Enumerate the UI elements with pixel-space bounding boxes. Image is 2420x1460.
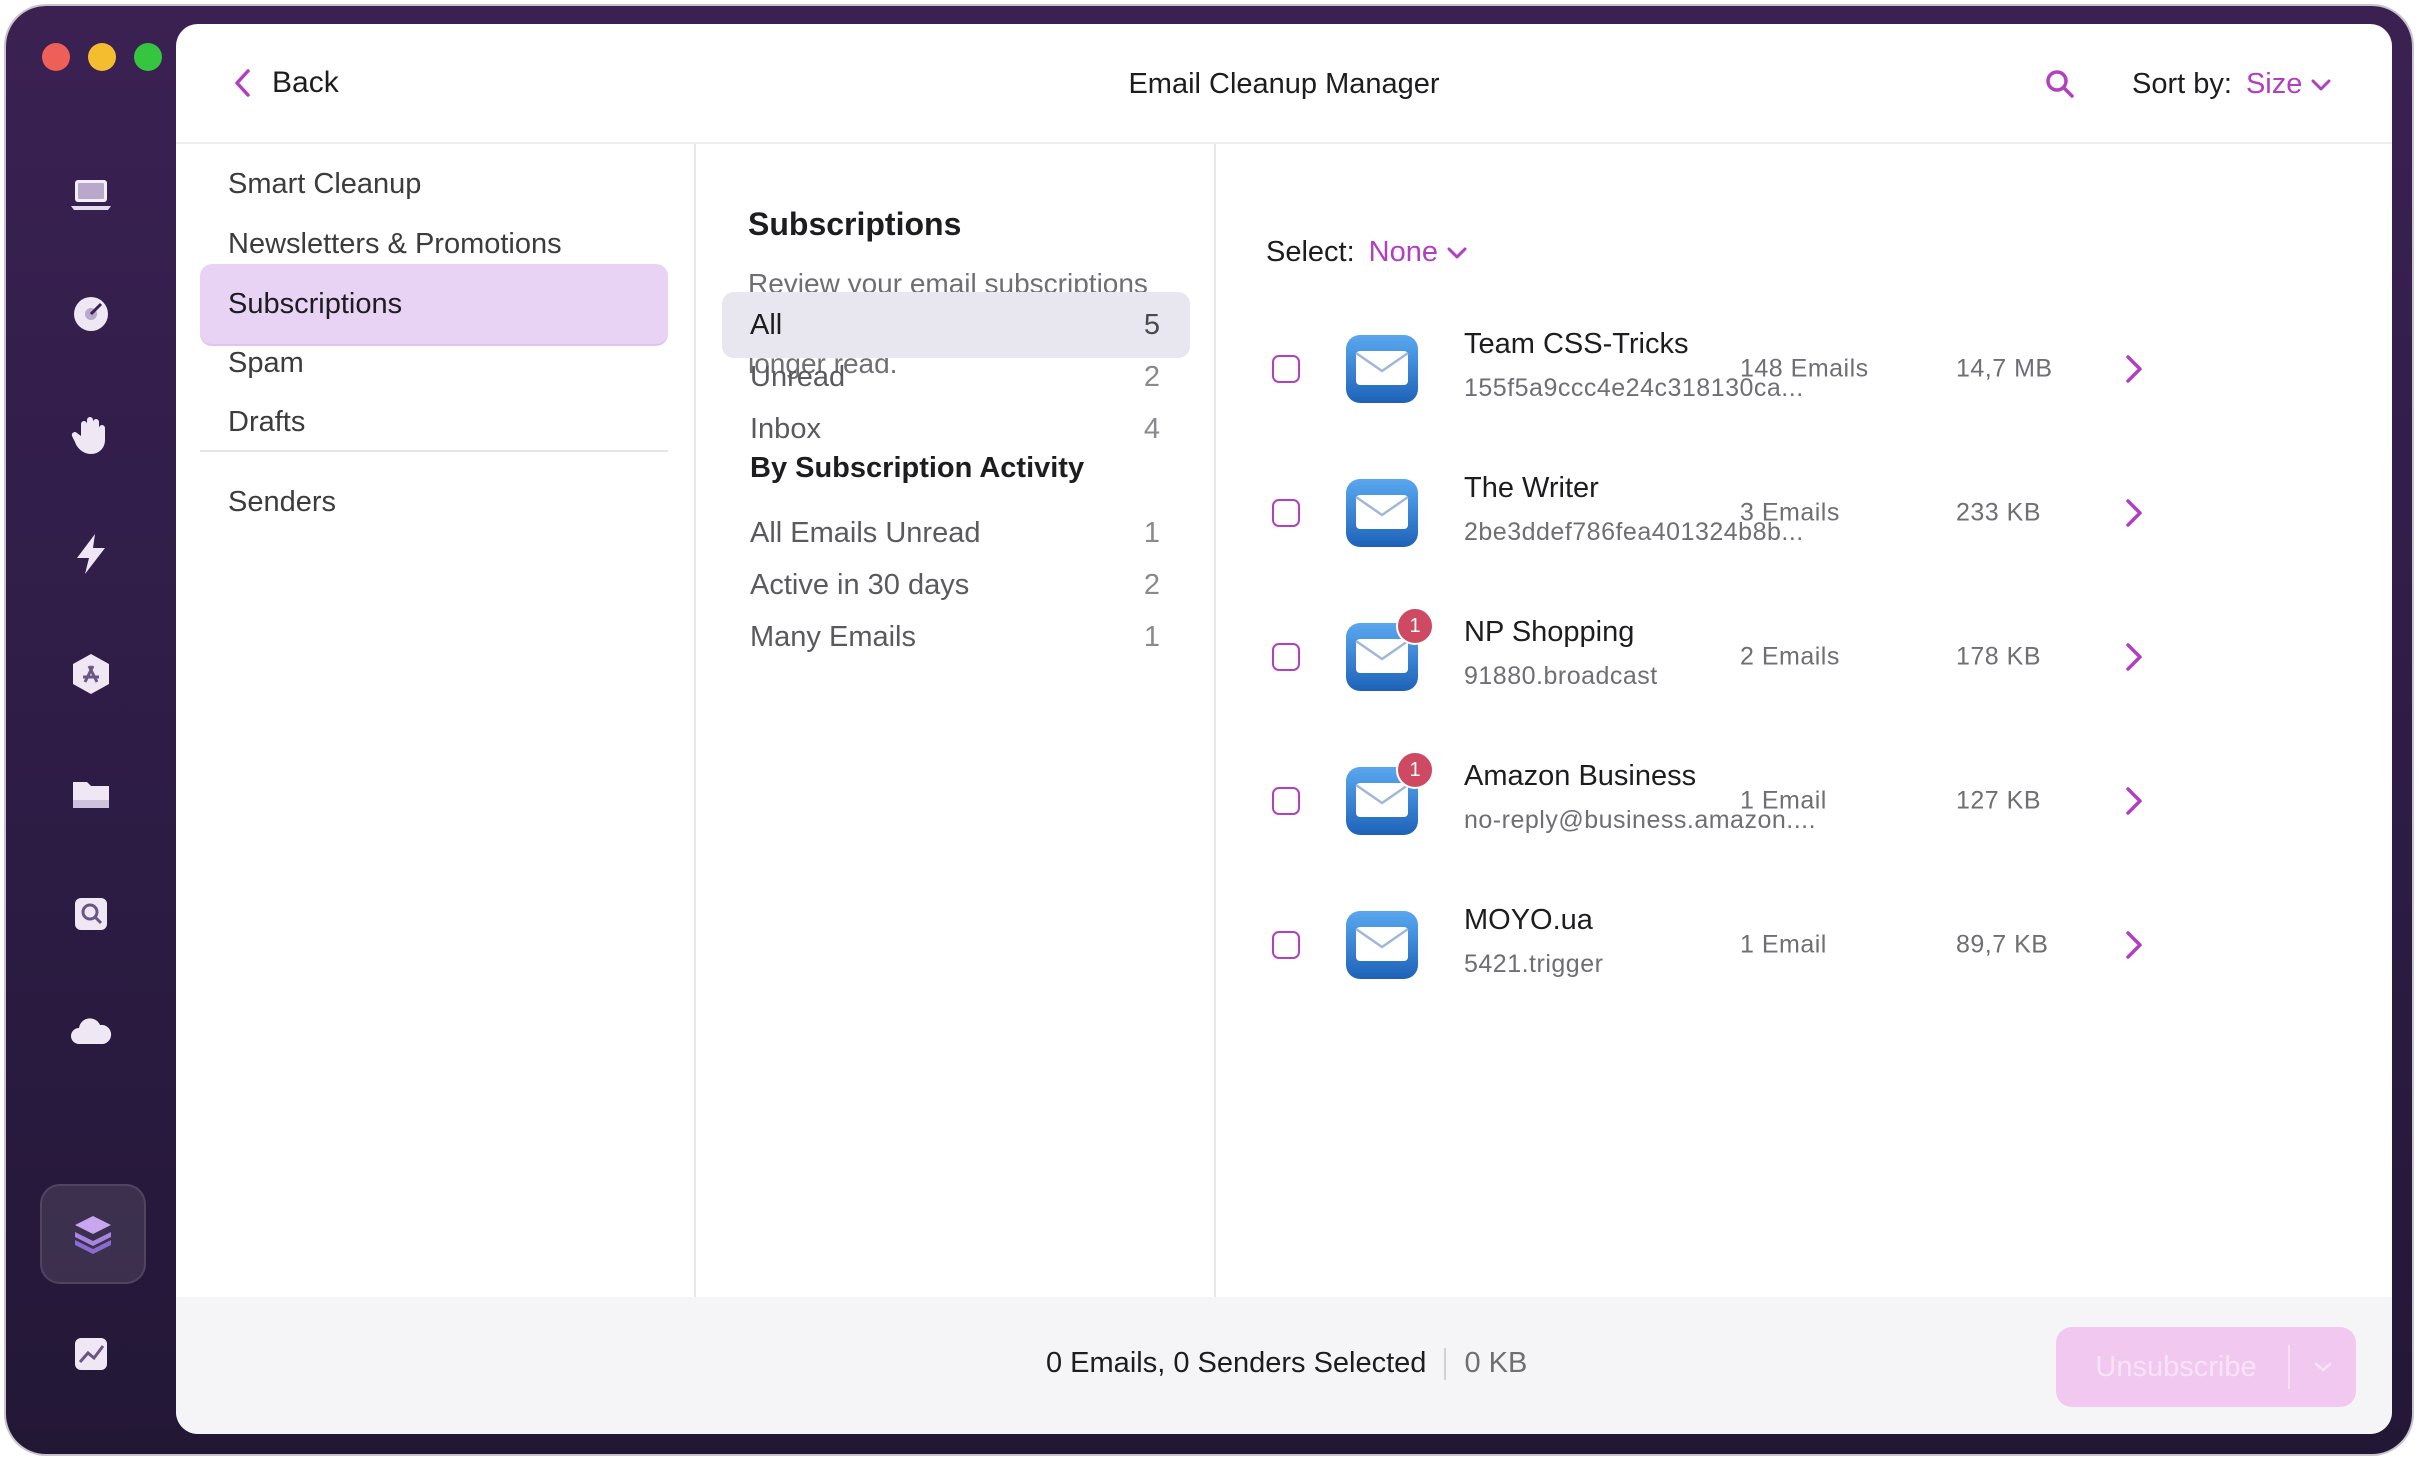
sender-row[interactable]: The Writer 2be3ddef786fea401324b8b... 3 Em… xyxy=(1216,448,2392,578)
sender-address: 5421.trigger xyxy=(1464,950,1604,978)
chevron-right-icon[interactable] xyxy=(2120,495,2148,531)
unread-badge: 1 xyxy=(1396,607,1434,645)
sender-size: 127 KB xyxy=(1956,786,2042,815)
sidebar-item-senders[interactable]: Senders xyxy=(200,462,668,542)
sender-checkbox[interactable] xyxy=(1272,355,1300,383)
sender-name: NP Shopping xyxy=(1464,616,1635,648)
selection-size: 0 KB xyxy=(1464,1347,1528,1379)
filter-count: 4 xyxy=(1143,412,1160,445)
filter-label: Unread xyxy=(750,360,846,393)
sort-control: Sort by: Size xyxy=(2132,68,2332,101)
email-count: 148 Emails xyxy=(1740,354,1869,383)
sidebar-item-label: Subscriptions xyxy=(228,287,403,320)
main-panel: Back Email Cleanup Manager Sort by: Size… xyxy=(176,24,2392,1434)
unsubscribe-button[interactable]: Unsubscribe xyxy=(2056,1327,2356,1407)
footer-divider xyxy=(1444,1347,1447,1380)
email-count: 3 Emails xyxy=(1740,498,1840,527)
sender-address: 91880.broadcast xyxy=(1464,662,1658,690)
unread-badge: 1 xyxy=(1396,751,1434,789)
sender-name: Team CSS-Tricks xyxy=(1464,328,1689,360)
filter-count: 5 xyxy=(1143,308,1160,341)
appstore-icon[interactable] xyxy=(63,646,119,702)
chevron-right-icon[interactable] xyxy=(2120,639,2148,675)
select-label: Select: xyxy=(1266,236,1355,268)
sort-dropdown[interactable]: Size xyxy=(2246,68,2332,101)
sender-size: 178 KB xyxy=(1956,642,2042,671)
selection-summary: 0 Emails, 0 Senders Selected 0 KB xyxy=(1046,1347,1527,1380)
filter-count: 2 xyxy=(1143,360,1160,393)
filter-label: Many Emails xyxy=(750,620,916,653)
finder-icon[interactable] xyxy=(63,886,119,942)
sidebar-item-label: Drafts xyxy=(228,405,306,438)
chart-icon[interactable] xyxy=(63,1326,119,1382)
sort-label: Sort by: xyxy=(2132,68,2232,100)
sender-row[interactable]: Team CSS-Tricks 155f5a9ccc4e24c318130ca..… xyxy=(1216,304,2392,434)
stack-icon[interactable] xyxy=(40,1184,146,1284)
mail-icon xyxy=(1342,473,1422,553)
chevron-right-icon[interactable] xyxy=(2120,351,2148,387)
sidebar-item-label: Newsletters & Promotions xyxy=(228,227,562,260)
search-icon xyxy=(2046,70,2074,98)
sidebar-item-label: Smart Cleanup xyxy=(228,167,422,200)
sender-row[interactable]: 1 NP Shopping 91880.broadcast 2 Emails 178 K… xyxy=(1216,592,2392,722)
select-value: None xyxy=(1368,236,1438,268)
chevron-down-icon xyxy=(2311,79,2331,90)
sidebar-item-label: Senders xyxy=(228,485,337,518)
folder-icon[interactable] xyxy=(63,766,119,822)
cloud-icon[interactable] xyxy=(63,1006,119,1062)
filter-label: Inbox xyxy=(750,412,821,445)
sender-row[interactable]: 1 Amazon Business no-reply@business.amazon… xyxy=(1216,736,2392,866)
sender-name: The Writer xyxy=(1464,472,1599,504)
select-dropdown[interactable]: None xyxy=(1369,236,1468,269)
unsubscribe-label: Unsubscribe xyxy=(2095,1350,2257,1383)
footer-bar: 0 Emails, 0 Senders Selected 0 KB Unsubs… xyxy=(176,1297,2392,1434)
activity-group-heading: By Subscription Activity xyxy=(750,452,1085,484)
sort-value: Size xyxy=(2245,68,2303,100)
category-sidebar: Smart Cleanup Newsletters & Promotions S… xyxy=(176,144,696,1319)
sender-checkbox[interactable] xyxy=(1272,643,1300,671)
disk-icon[interactable] xyxy=(63,286,119,342)
sender-name: MOYO.ua xyxy=(1464,904,1593,936)
sidebar-item-label: Spam xyxy=(228,346,304,379)
sender-checkbox[interactable] xyxy=(1272,931,1300,959)
sidebar-divider xyxy=(200,450,668,452)
sender-size: 233 KB xyxy=(1956,498,2042,527)
filter-count: 1 xyxy=(1143,620,1160,653)
email-count: 1 Email xyxy=(1740,930,1827,959)
module-rail xyxy=(6,6,176,1454)
filter-label: All xyxy=(750,308,783,341)
email-count: 2 Emails xyxy=(1740,642,1840,671)
sender-size: 89,7 KB xyxy=(1956,930,2049,959)
sender-row[interactable]: MOYO.ua 5421.trigger 1 Email 89,7 KB xyxy=(1216,880,2392,1010)
chevron-right-icon[interactable] xyxy=(2120,783,2148,819)
email-count: 1 Email xyxy=(1740,786,1827,815)
laptop-icon[interactable] xyxy=(63,166,119,222)
sender-checkbox[interactable] xyxy=(1272,499,1300,527)
sender-name: Amazon Business xyxy=(1464,760,1697,792)
mail-icon xyxy=(1342,329,1422,409)
sender-checkbox[interactable] xyxy=(1272,787,1300,815)
hand-icon[interactable] xyxy=(63,406,119,462)
filter-label: Active in 30 days xyxy=(750,568,970,601)
chevron-right-icon[interactable] xyxy=(2120,927,2148,963)
filter-count: 1 xyxy=(1143,516,1160,549)
search-button[interactable] xyxy=(2040,64,2080,104)
filter-panel: Subscriptions Review your email subscrip… xyxy=(696,144,1216,1319)
filter-label: All Emails Unread xyxy=(750,516,981,549)
app-window: Back Email Cleanup Manager Sort by: Size… xyxy=(6,6,2412,1454)
unsubscribe-options-button[interactable] xyxy=(2290,1361,2356,1373)
mail-icon xyxy=(1342,905,1422,985)
toolbar: Back Email Cleanup Manager Sort by: Size xyxy=(176,24,2392,144)
sender-list-panel: Select: None Team CSS-Tricks 155f5a9ccc4e… xyxy=(1216,144,2392,1319)
chevron-down-icon xyxy=(1447,247,1467,258)
filter-panel-title: Subscriptions xyxy=(748,206,962,242)
filter-many-emails[interactable]: Many Emails 1 xyxy=(722,604,1190,670)
select-control: Select: None xyxy=(1266,236,1468,269)
chevron-down-icon xyxy=(2314,1362,2332,1372)
selection-count: 0 Emails, 0 Senders Selected xyxy=(1046,1347,1427,1379)
filter-count: 2 xyxy=(1143,568,1160,601)
bolt-icon[interactable] xyxy=(63,526,119,582)
sender-size: 14,7 MB xyxy=(1956,354,2053,383)
